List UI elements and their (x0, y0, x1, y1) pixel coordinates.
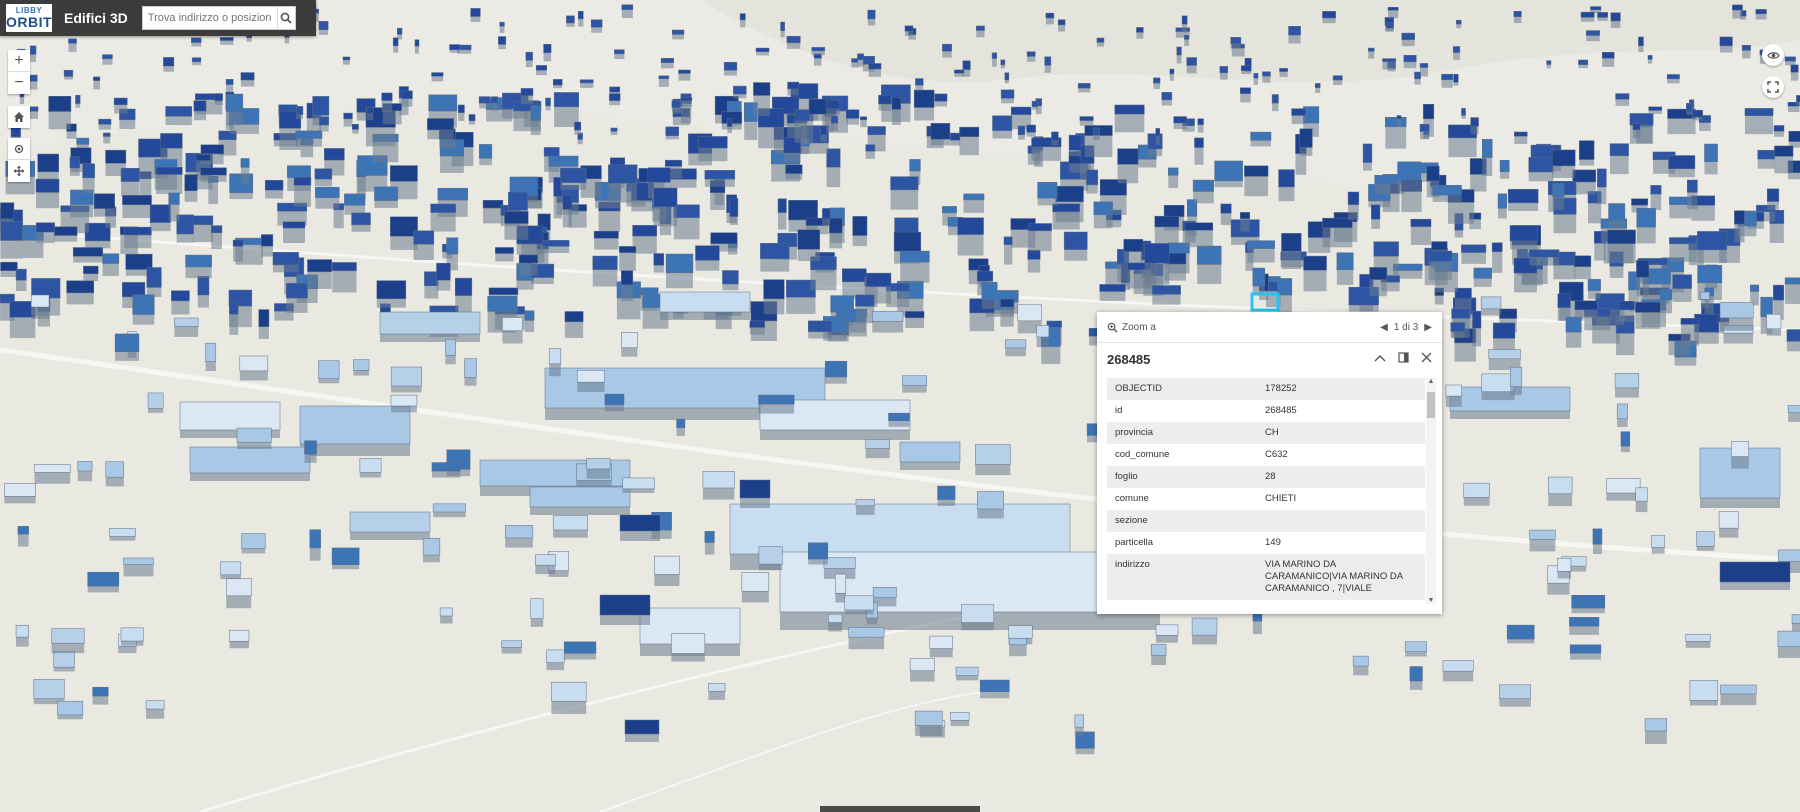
attribute-key: sezione (1107, 510, 1257, 532)
search-button[interactable] (276, 7, 295, 29)
feature-popup: Zoom a ◀ 1 di 3 ▶ 268485 OBJECTID 178252 i… (1097, 312, 1442, 614)
fullscreen-button[interactable] (1762, 76, 1784, 98)
zoom-in-magnifier-icon (1107, 322, 1118, 333)
attribute-row: indirizzo VIA MARINO DA CARAMANICO|VIA MA… (1107, 554, 1425, 600)
popup-scrollbar[interactable]: ▲ ▼ (1426, 378, 1436, 604)
scroll-up-icon[interactable]: ▲ (1426, 378, 1436, 385)
locate-icon (14, 144, 24, 153)
attribute-row: provincia CH (1107, 422, 1425, 444)
scroll-down-icon[interactable]: ▼ (1426, 597, 1436, 604)
attribute-value: 149 (1265, 537, 1281, 548)
navigation-widget (8, 138, 30, 182)
attribute-value: VIA MARINO DA CARAMANICO|VIA MARINO DA C… (1257, 554, 1425, 600)
attribute-row: sezione (1107, 510, 1425, 532)
bottom-handle[interactable] (820, 806, 980, 812)
pager-label: 1 di 3 (1393, 321, 1419, 333)
collapse-icon[interactable] (1374, 353, 1386, 366)
attribute-key: foglio (1107, 466, 1257, 488)
attribute-row: id 268485 (1107, 400, 1425, 422)
attribute-value: 268485 (1265, 405, 1297, 416)
attribute-value: CHIETI (1265, 493, 1297, 504)
search-icon (280, 12, 292, 24)
zoom-to-button[interactable]: Zoom a (1107, 322, 1156, 333)
attribute-key: cod_comune (1115, 449, 1170, 460)
app-title: Edifici 3D (64, 10, 128, 26)
dock-icon[interactable] (1398, 352, 1409, 366)
scrollbar-thumb[interactable] (1427, 392, 1435, 418)
attribute-row: comune CHIETI (1107, 488, 1425, 510)
next-feature-icon[interactable]: ▶ (1424, 322, 1432, 333)
libby-orbit-logo[interactable]: LIBBY ORBIT (6, 4, 52, 32)
attribute-row: particella 149 (1107, 532, 1425, 554)
zoom-in-button[interactable]: + (8, 50, 30, 72)
attribute-key: particella (1115, 537, 1154, 548)
fullscreen-icon (1767, 81, 1779, 93)
app-header: LIBBY ORBIT Edifici 3D (0, 0, 316, 36)
home-widget (8, 106, 30, 128)
popup-actions (1374, 352, 1432, 366)
attribute-row: foglio 28 (1107, 466, 1425, 488)
attribute-value: 178252 (1257, 378, 1425, 400)
attribute-key: provincia (1107, 422, 1257, 444)
pan-button[interactable] (8, 160, 30, 182)
attributes-panel[interactable]: OBJECTID 178252 id 268485 provincia CH cod_com… (1107, 378, 1425, 604)
attribute-row: cod_comune C632 (1107, 444, 1425, 466)
previous-feature-icon[interactable]: ◀ (1380, 322, 1388, 333)
attribute-row: OBJECTID 178252 (1107, 378, 1425, 400)
popup-pager: ◀ 1 di 3 ▶ (1380, 322, 1432, 333)
attribute-key: comune (1115, 493, 1149, 504)
popup-header: 268485 (1097, 343, 1442, 375)
eye-icon (1766, 51, 1780, 59)
map-view[interactable] (0, 0, 1800, 812)
attribute-value: CH (1257, 422, 1425, 444)
attributes-table: OBJECTID 178252 id 268485 provincia CH cod_com… (1107, 378, 1425, 600)
attribute-value: 28 (1257, 466, 1425, 488)
popup-title: 268485 (1107, 351, 1151, 367)
attribute-key: id (1115, 405, 1123, 416)
close-icon[interactable] (1421, 352, 1432, 366)
search-box (141, 6, 296, 30)
zoom-widget: + − (8, 50, 30, 94)
home-icon (14, 112, 24, 122)
visibility-button[interactable] (1762, 44, 1784, 66)
attribute-value: C632 (1265, 449, 1288, 460)
locate-button[interactable] (8, 138, 30, 160)
search-input[interactable] (142, 12, 277, 24)
zoom-to-label: Zoom a (1122, 321, 1156, 333)
zoom-out-button[interactable]: − (8, 72, 30, 94)
logo-text-bottom: ORBIT (5, 14, 53, 30)
attribute-key: OBJECTID (1107, 378, 1257, 400)
attribute-value (1257, 510, 1425, 532)
pan-arrows-icon (13, 165, 25, 177)
popup-toolbar: Zoom a ◀ 1 di 3 ▶ (1097, 312, 1442, 343)
home-button[interactable] (8, 106, 30, 128)
attribute-key: indirizzo (1107, 554, 1257, 600)
